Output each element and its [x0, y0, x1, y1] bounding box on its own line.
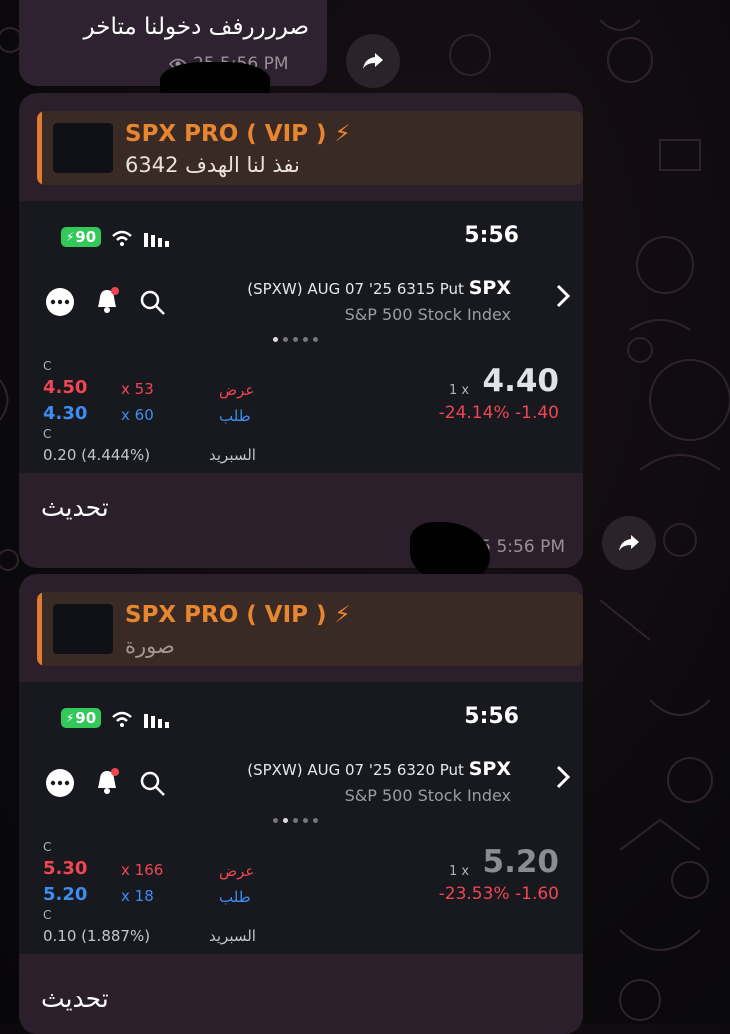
battery-indicator: ⚡ 90: [61, 227, 101, 247]
contract-title: (SPXW) AUG 07 '25 6315 Put SPX: [247, 277, 511, 299]
contract-title: (SPXW) AUG 07 '25 6320 Put SPX: [247, 758, 511, 780]
last-price: 5.20: [482, 844, 560, 880]
wifi-icon: [112, 711, 132, 727]
index-name: S&P 500 Stock Index: [344, 786, 511, 805]
bid-label: طلب: [219, 888, 251, 906]
c-label: C: [43, 908, 52, 922]
message-bubble: SPX PRO ( VIP ) ⚡ صورة ⚡ 90 5:56 (SPXW) A…: [19, 574, 583, 1034]
reply-text: صورة: [125, 634, 175, 658]
forward-button[interactable]: [346, 34, 400, 88]
chevron-right-icon[interactable]: [555, 283, 571, 309]
status-clock: 5:56: [464, 223, 519, 248]
more-icon[interactable]: [45, 768, 75, 798]
page-indicator: [273, 818, 318, 823]
chevron-right-icon[interactable]: [555, 764, 571, 790]
c-label: C: [43, 427, 52, 441]
spread-label: السبريد: [209, 927, 256, 945]
c-label: C: [43, 840, 52, 854]
search-icon[interactable]: [139, 289, 167, 317]
signal-icon: [144, 233, 169, 247]
message-text: صررررفف دخولنا متاخر: [83, 14, 309, 40]
price-change: -24.14% -1.40: [438, 403, 559, 423]
spread-value: 0.10 (1.887%): [43, 927, 151, 945]
spread-label: السبريد: [209, 446, 256, 464]
forward-icon: [363, 53, 383, 69]
bid-qty: x 60: [121, 406, 154, 424]
page-indicator: [273, 337, 318, 342]
ask-label: عرض: [219, 862, 255, 880]
last-qty: 1 x: [449, 864, 470, 879]
battery-indicator: ⚡ 90: [61, 708, 101, 728]
ask-qty: x 53: [121, 380, 154, 398]
spread-value: 0.20 (4.444%): [43, 446, 151, 464]
bell-icon[interactable]: [93, 285, 121, 315]
search-icon[interactable]: [139, 770, 167, 798]
forward-icon: [619, 535, 639, 551]
last-qty: 1 x: [449, 383, 470, 398]
status-clock: 5:56: [464, 704, 519, 729]
more-icon[interactable]: [45, 287, 75, 317]
bid-price: 4.30: [43, 403, 88, 424]
ask-price: 5.30: [43, 858, 88, 879]
message-caption: تحديث: [41, 984, 109, 1013]
ask-price: 4.50: [43, 377, 88, 398]
forward-button[interactable]: [602, 516, 656, 570]
c-label: C: [43, 359, 52, 373]
price-change: -23.53% -1.60: [438, 884, 559, 904]
reply-text: نفذ لنا الهدف 6342: [125, 153, 300, 177]
ask-label: عرض: [219, 381, 255, 399]
last-price: 4.40: [482, 363, 560, 399]
reply-bar: [37, 592, 42, 666]
reply-bar: [37, 111, 42, 185]
reply-sender: SPX PRO ( VIP ) ⚡: [125, 602, 351, 628]
reply-thumbnail: [53, 604, 113, 654]
reply-preview[interactable]: SPX PRO ( VIP ) ⚡ نفذ لنا الهدف 6342: [37, 111, 583, 185]
bid-label: طلب: [219, 407, 251, 425]
message-bubble: SPX PRO ( VIP ) ⚡ نفذ لنا الهدف 6342 ⚡ 90…: [19, 93, 583, 568]
reply-sender: SPX PRO ( VIP ) ⚡: [125, 121, 351, 147]
screenshot-image[interactable]: ⚡ 90 5:56 (SPXW) AUG 07 '25 6315 Put SPX …: [19, 201, 583, 473]
wifi-icon: [112, 230, 132, 246]
bid-price: 5.20: [43, 884, 88, 905]
ask-qty: x 166: [121, 861, 164, 879]
bid-qty: x 18: [121, 887, 154, 905]
bell-icon[interactable]: [93, 766, 121, 796]
reply-preview[interactable]: SPX PRO ( VIP ) ⚡ صورة: [37, 592, 583, 666]
message-caption: تحديث: [41, 493, 109, 522]
index-name: S&P 500 Stock Index: [344, 305, 511, 324]
reply-thumbnail: [53, 123, 113, 173]
signal-icon: [144, 714, 169, 728]
screenshot-image[interactable]: ⚡ 90 5:56 (SPXW) AUG 07 '25 6320 Put SPX …: [19, 682, 583, 954]
